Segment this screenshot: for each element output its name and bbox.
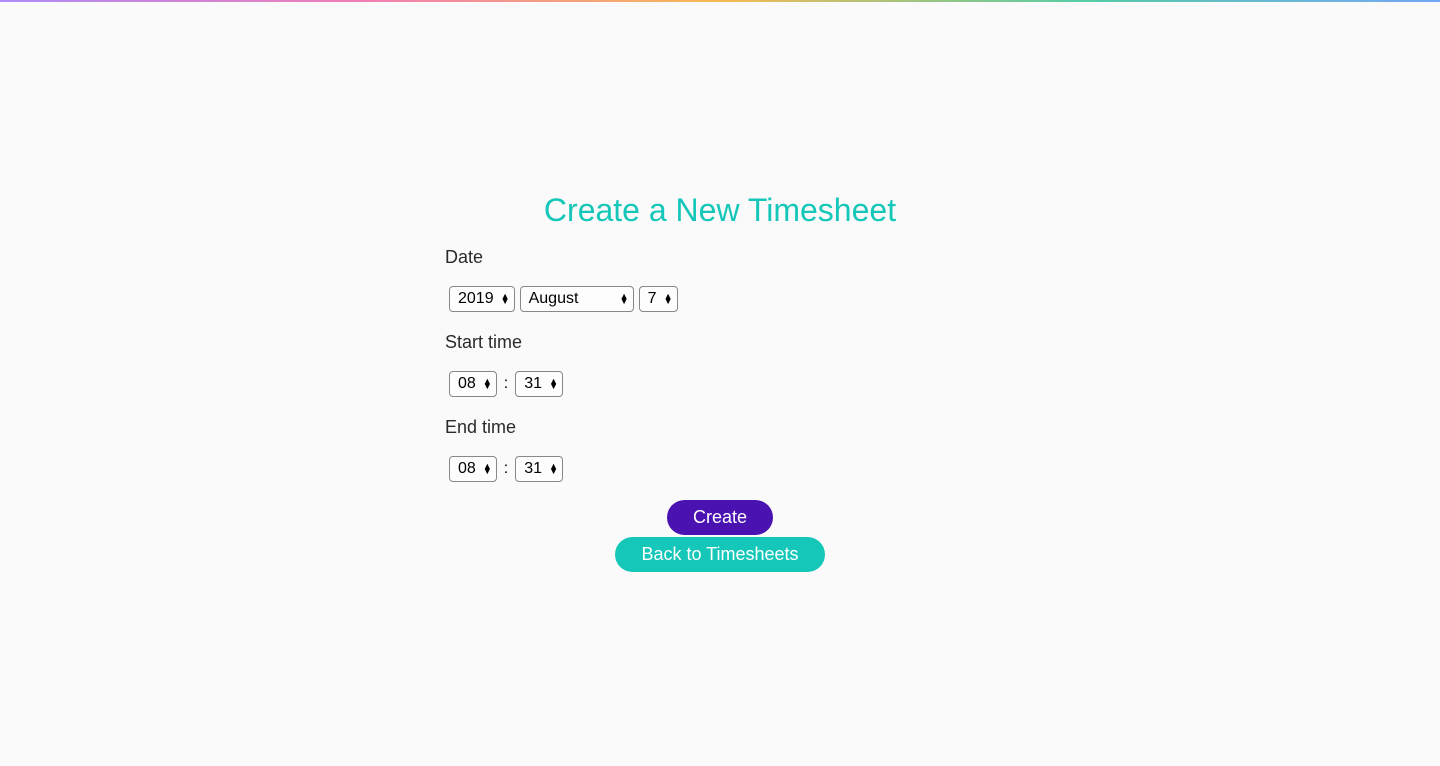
- day-select[interactable]: 7 ▲▼: [639, 286, 678, 312]
- stepper-icon: ▲▼: [549, 464, 558, 474]
- time-separator: :: [504, 460, 508, 478]
- stepper-icon: ▲▼: [620, 294, 629, 304]
- stepper-icon: ▲▼: [664, 294, 673, 304]
- end-hour-select[interactable]: 08 ▲▼: [449, 456, 497, 482]
- end-time-select-row: 08 ▲▼ : 31 ▲▼: [445, 456, 995, 482]
- date-select-row: 2019 ▲▼ August ▲▼ 7 ▲▼: [445, 286, 995, 312]
- start-hour-select[interactable]: 08 ▲▼: [449, 371, 497, 397]
- page-title: Create a New Timesheet: [0, 192, 1440, 229]
- create-button[interactable]: Create: [667, 500, 773, 535]
- end-minute-select[interactable]: 31 ▲▼: [515, 456, 563, 482]
- end-time-label: End time: [445, 417, 995, 438]
- stepper-icon: ▲▼: [483, 464, 492, 474]
- timesheet-form: Date 2019 ▲▼ August ▲▼ 7 ▲▼ Start time 0…: [445, 247, 995, 572]
- back-to-timesheets-button[interactable]: Back to Timesheets: [615, 537, 824, 572]
- month-select[interactable]: August ▲▼: [520, 286, 634, 312]
- start-time-select-row: 08 ▲▼ : 31 ▲▼: [445, 371, 995, 397]
- start-time-label: Start time: [445, 332, 995, 353]
- stepper-icon: ▲▼: [501, 294, 510, 304]
- stepper-icon: ▲▼: [549, 379, 558, 389]
- top-gradient-bar: [0, 0, 1440, 2]
- date-label: Date: [445, 247, 995, 268]
- stepper-icon: ▲▼: [483, 379, 492, 389]
- time-separator: :: [504, 375, 508, 393]
- month-select-value: August: [529, 290, 593, 308]
- year-select[interactable]: 2019 ▲▼: [449, 286, 515, 312]
- start-minute-select[interactable]: 31 ▲▼: [515, 371, 563, 397]
